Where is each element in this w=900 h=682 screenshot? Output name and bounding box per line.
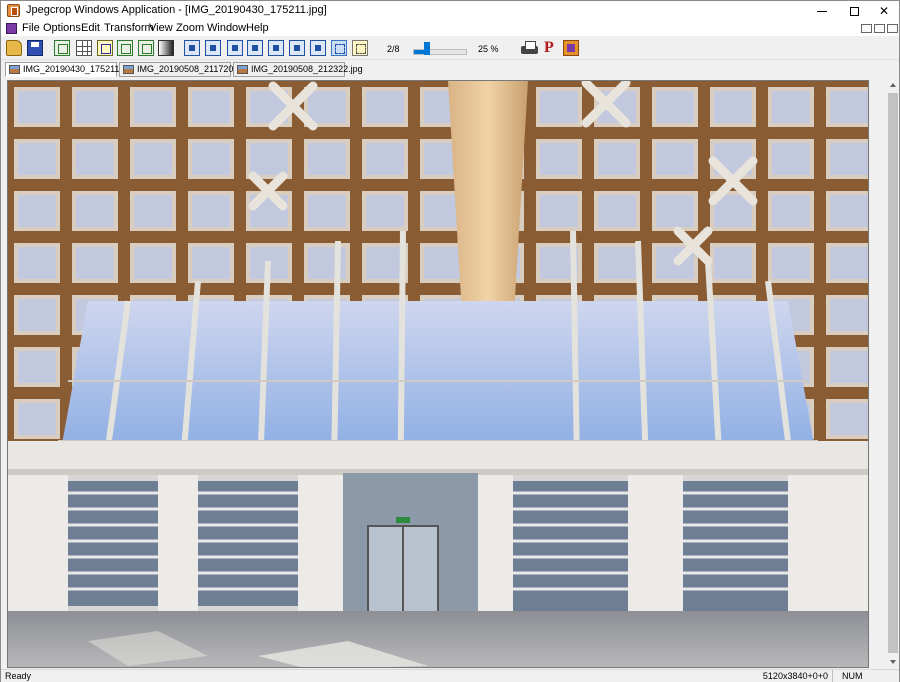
scroll-down-icon[interactable] (890, 660, 896, 664)
crop-icon[interactable] (97, 40, 113, 56)
vertical-scrollbar[interactable] (887, 80, 899, 668)
grid-icon[interactable] (76, 40, 92, 56)
document-system-menu-icon[interactable] (6, 23, 17, 34)
flip-horizontal-icon[interactable] (227, 40, 243, 56)
menu-options[interactable]: Options (43, 22, 81, 35)
zoom-slider[interactable] (413, 49, 467, 55)
num-lock-indicator: NUM (842, 671, 863, 681)
scrollbar-thumb[interactable] (888, 93, 898, 653)
transpose-icon[interactable] (289, 40, 305, 56)
open-folder-icon[interactable] (6, 40, 22, 56)
flip-vertical-icon[interactable] (247, 40, 263, 56)
rotate-180-icon[interactable] (268, 40, 284, 56)
jpegcrop-app-icon[interactable] (7, 4, 20, 17)
minimize-icon (817, 11, 827, 13)
image-thumbnail-icon (9, 65, 20, 74)
menu-zoom[interactable]: Zoom (176, 22, 204, 35)
menu-bar: File Options Edit Transform View Zoom Wi… (1, 21, 899, 36)
mdi-close-button[interactable] (887, 24, 898, 33)
menu-help[interactable]: Help (246, 22, 269, 35)
rotate-left-icon[interactable] (184, 40, 200, 56)
image-dimensions: 5120x3840+0+0 (701, 670, 833, 682)
mdi-restore-button[interactable] (874, 24, 885, 33)
menu-edit[interactable]: Edit (81, 22, 100, 35)
printer-icon[interactable] (521, 41, 538, 55)
p-button[interactable]: P (544, 38, 554, 58)
status-text: Ready (5, 671, 32, 681)
select-all-icon[interactable] (54, 40, 70, 56)
maximize-icon (849, 7, 859, 17)
tab-img-20190430-175211[interactable]: IMG_20190430_175211.jpg (5, 62, 134, 77)
grayscale-icon[interactable] (158, 40, 174, 56)
image-thumbnail-icon (237, 65, 248, 74)
tab-label: IMG_20190508_212322.jpg (251, 64, 363, 74)
zoom-step-indicator: 2/8 (387, 44, 400, 54)
image-viewport[interactable] (7, 80, 869, 668)
minimize-button[interactable] (805, 1, 839, 21)
rotate-right-icon[interactable] (205, 40, 221, 56)
menu-transform[interactable]: Transform (104, 22, 154, 35)
transverse-icon[interactable] (310, 40, 326, 56)
selection-mode-icon[interactable] (331, 40, 347, 56)
title-bar[interactable]: Jpegcrop Windows Application - [IMG_2019… (1, 1, 899, 21)
tab-label: IMG_20190508_211720.jpg (137, 64, 248, 74)
menu-window[interactable]: Window (207, 22, 246, 35)
zoom-slider-thumb[interactable] (424, 42, 430, 55)
tab-label: IMG_20190430_175211.jpg (23, 64, 134, 74)
menu-view[interactable]: View (149, 22, 173, 35)
mdi-minimize-button[interactable] (861, 24, 872, 33)
status-bar: Ready 5120x3840+0+0 NUM (1, 669, 899, 682)
document-tabs: IMG_20190430_175211.jpg IMG_20190508_211… (1, 61, 899, 77)
image-thumbnail-icon (123, 65, 134, 74)
zoom-percent: 25 % (478, 44, 499, 54)
selection-fixed-icon[interactable] (352, 40, 368, 56)
tab-img-20190508-211720[interactable]: IMG_20190508_211720.jpg (119, 62, 248, 77)
about-icon[interactable] (563, 40, 579, 56)
fit-icon[interactable] (138, 40, 154, 56)
app-window: Jpegcrop Windows Application - [IMG_2019… (0, 0, 900, 682)
close-button[interactable]: ✕ (867, 1, 900, 21)
toolbar: 2/8 25 % P (1, 37, 899, 60)
save-icon[interactable] (27, 40, 43, 56)
scroll-up-icon[interactable] (890, 83, 896, 87)
scale-icon[interactable] (117, 40, 133, 56)
window-title: Jpegcrop Windows Application - [IMG_2019… (26, 4, 327, 16)
maximize-button[interactable] (837, 1, 871, 21)
close-icon: ✕ (878, 4, 890, 18)
tab-img-20190508-212322[interactable]: IMG_20190508_212322.jpg (233, 62, 363, 77)
photo-building-interior (8, 81, 868, 667)
menu-file[interactable]: File (22, 22, 40, 35)
